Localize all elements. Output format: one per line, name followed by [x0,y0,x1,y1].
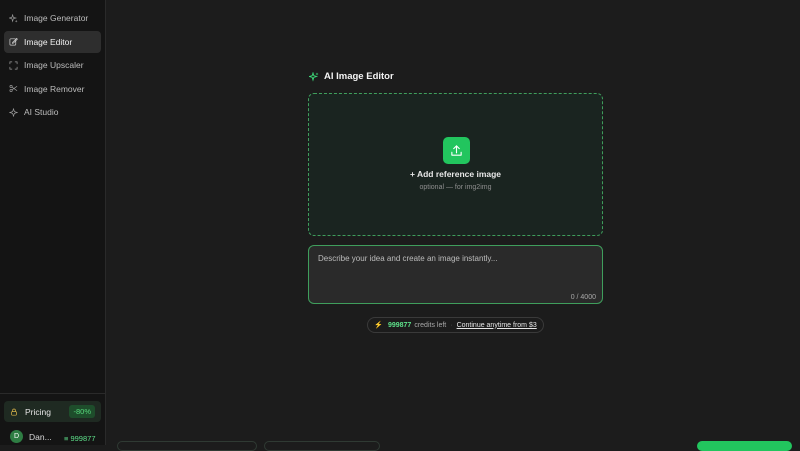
bottom-option-button[interactable] [117,441,257,451]
dropzone-title: + Add reference image [409,169,502,179]
prompt-input[interactable] [309,246,602,303]
edit-icon [9,37,18,46]
credits-count: 999877 [387,321,412,329]
lock-icon [10,408,18,416]
expand-icon [9,61,18,70]
avatar: D [10,430,23,443]
lightning-icon: ⚡ [374,322,383,329]
sidebar-item-label: Image Upscaler [24,60,84,71]
user-name: Dan... [29,431,52,442]
star-icon [9,107,18,117]
upload-button[interactable] [443,137,470,164]
prompt-box: 0 / 4000 [308,245,603,304]
pricing-button[interactable]: Pricing -80% [4,401,101,422]
credits-indicator: ⚡ 999877 credits left · Continue anytime… [367,317,544,333]
continue-link[interactable]: Continue anytime from $3 [457,322,537,329]
sidebar-item-image-remover[interactable]: Image Remover [4,78,101,100]
sidebar-item-ai-studio[interactable]: AI Studio [4,101,101,123]
sidebar: Image Generator Image Editor Image Upsca… [0,0,106,445]
generate-button[interactable] [697,441,792,451]
sidebar-item-image-editor[interactable]: Image Editor [4,30,101,53]
upload-icon [451,145,462,156]
sidebar-nav: Image Generator Image Editor Image Upsca… [4,7,101,125]
user-menu[interactable]: D Dan... [10,430,52,443]
credits-text: credits left [414,321,447,329]
scissors-icon [9,84,18,93]
sidebar-item-label: AI Studio [24,107,59,118]
reference-image-dropzone[interactable]: + Add reference image optional — for img… [308,93,603,236]
dropzone-subtitle: optional — for img2img [419,184,492,191]
separator: · [450,321,453,329]
sparkle-icon [9,13,18,23]
discount-badge: -80% [69,405,95,418]
character-counter: 0 / 4000 [570,294,596,301]
sidebar-item-label: Image Editor [24,36,73,47]
bottom-option-button[interactable] [264,441,380,451]
sparkle-icon [309,71,319,82]
sidebar-item-label: Image Generator [24,13,89,23]
user-credits: ≡ 999877 [64,434,96,443]
sidebar-item-label: Image Remover [24,83,85,94]
sidebar-divider [0,393,105,394]
sidebar-item-image-generator[interactable]: Image Generator [4,7,101,29]
page-title: AI Image Editor [309,71,394,82]
sidebar-item-image-upscaler[interactable]: Image Upscaler [4,54,101,76]
pricing-label: Pricing [25,406,51,417]
page-title-text: AI Image Editor [324,71,394,82]
